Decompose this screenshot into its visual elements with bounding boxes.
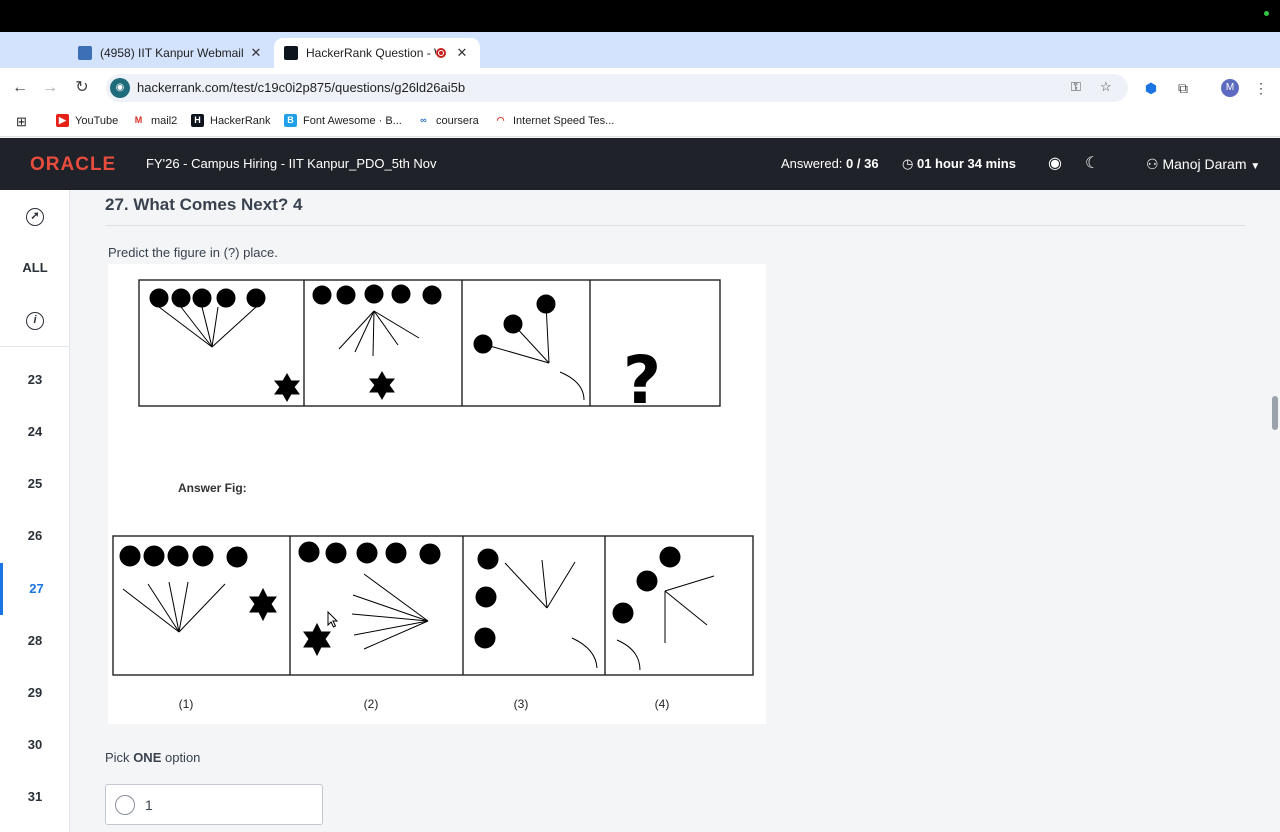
option-label-3: (3) (514, 697, 529, 711)
compass-icon[interactable]: ➚ (0, 190, 70, 242)
sidebar-divider (0, 346, 70, 347)
sidebar-question-30[interactable]: 30 (0, 719, 70, 771)
bookmark-mail2[interactable]: M mail2 (132, 114, 177, 127)
browser-menu-icon[interactable]: ⋮ (1251, 78, 1271, 98)
oracle-logo: ORACLE (30, 154, 117, 175)
sidebar-question-26[interactable]: 26 (0, 510, 70, 562)
sidebar-question-23[interactable]: 23 (0, 354, 70, 406)
puzzle-figure-image: ? Answer Fig: (1) (2) (3) (4) (108, 264, 766, 724)
extensions-puzzle-icon[interactable]: ⧉ (1173, 78, 1193, 98)
tab-webmail[interactable]: (4958) IIT Kanpur Webmail :: ✕ (68, 38, 274, 68)
youtube-icon: ▶ (56, 114, 69, 127)
answered-counter: Answered: 0 / 36 (781, 156, 879, 171)
app-header: ORACLE FY'26 - Campus Hiring - IIT Kanpu… (0, 138, 1280, 190)
tab-title: HackerRank Question - W (306, 46, 436, 60)
tab-title: (4958) IIT Kanpur Webmail :: (100, 46, 248, 60)
bookmark-label: YouTube (75, 114, 119, 127)
bookmark-label: HackerRank (210, 114, 271, 127)
user-icon: ⚇ (1146, 156, 1159, 172)
bookmark-label: mail2 (151, 114, 178, 127)
user-name: Manoj Daram (1162, 156, 1247, 172)
option-text: 1 (145, 797, 153, 813)
question-sidebar: ➚ ALL i 23 24 25 26 27 28 29 30 31 (0, 190, 70, 832)
sidebar-question-27[interactable]: 27 (0, 563, 70, 615)
apps-grid-icon[interactable]: ⊞ (16, 114, 27, 130)
question-title: 27. What Comes Next? 4 (105, 195, 303, 214)
browser-tab-strip: (4958) IIT Kanpur Webmail :: ✕ HackerRan… (0, 32, 1280, 91)
answered-label: Answered: (781, 156, 843, 171)
sidebar-question-31[interactable]: 31 (0, 771, 70, 823)
moon-icon[interactable]: ☾ (1085, 153, 1099, 173)
sidebar-question-29[interactable]: 29 (0, 667, 70, 719)
bookmark-coursera[interactable]: ∞ coursera (417, 114, 479, 127)
sidebar-question-28[interactable]: 28 (0, 615, 70, 667)
site-info-icon[interactable]: ◉ (110, 78, 130, 98)
question-panel: 27. What Comes Next? 4 Predict the figur… (70, 190, 1280, 832)
bookmark-speed-test[interactable]: ◠ Internet Speed Tes... (494, 114, 614, 127)
bookmark-label: Font Awesome · B... (303, 114, 402, 127)
back-arrow-icon[interactable]: ← (10, 78, 30, 98)
bookmarks-bar: ⊞ ▶ YouTube M mail2 H HackerRank B Font … (0, 108, 1280, 137)
password-key-icon[interactable]: ⚿ (1071, 79, 1081, 95)
pick-prefix: Pick (105, 750, 130, 765)
reload-icon[interactable]: ↻ (72, 78, 92, 98)
scrollbar-thumb[interactable] (1272, 396, 1278, 430)
bookmark-hackerrank[interactable]: H HackerRank (191, 114, 271, 127)
option-label-1: (1) (179, 697, 194, 711)
pick-bold: ONE (133, 750, 162, 765)
mouse-cursor-icon (327, 611, 339, 628)
sidebar-question-24[interactable]: 24 (0, 406, 70, 458)
info-icon[interactable]: i (0, 294, 70, 346)
os-top-bar (0, 0, 1280, 32)
title-divider (105, 225, 1245, 226)
user-menu[interactable]: ⚇ Manoj Daram ▼ (1146, 156, 1260, 173)
pick-instruction: Pick ONE option (105, 750, 200, 765)
tab-hackerrank[interactable]: HackerRank Question - W ✕ (274, 38, 480, 68)
question-prompt: Predict the figure in (?) place. (108, 245, 278, 260)
chevron-down-icon: ▼ (1250, 161, 1261, 172)
bootstrap-icon: B (284, 114, 297, 127)
option-label-4: (4) (655, 697, 670, 711)
close-tab-icon[interactable]: ✕ (248, 45, 264, 61)
bookmark-star-icon[interactable]: ☆ (1100, 79, 1112, 95)
bookmark-label: Internet Speed Tes... (513, 114, 615, 127)
recording-icon (436, 48, 446, 58)
answer-fig-caption: Answer Fig: (178, 481, 247, 495)
answer-option-1[interactable]: 1 (105, 784, 323, 825)
timer-value: 01 hour 34 mins (916, 156, 1016, 171)
sidebar-question-25[interactable]: 25 (0, 458, 70, 510)
browser-toolbar: ← → ↻ ◉ hackerrank.com/test/c19c0i2p875/… (0, 68, 1280, 108)
pick-suffix: option (164, 750, 201, 765)
option-label-2: (2) (364, 697, 379, 711)
extension-shield-icon[interactable]: ⬢ (1141, 78, 1161, 98)
clock-icon: ◷ (902, 156, 914, 171)
timer: ◷ 01 hour 34 mins (902, 156, 1016, 172)
coursera-icon: ∞ (417, 114, 430, 127)
status-dot-icon (1264, 11, 1269, 16)
radio-button[interactable] (115, 795, 135, 815)
hackerrank-favicon-icon (284, 46, 298, 60)
speedometer-icon: ◠ (494, 114, 507, 127)
test-name: FY'26 - Campus Hiring - IIT Kanpur_PDO_5… (146, 156, 437, 171)
bookmark-font-awesome[interactable]: B Font Awesome · B... (284, 114, 402, 127)
answered-value: 0 / 36 (846, 156, 879, 171)
eye-icon[interactable]: ◉ (1048, 153, 1062, 173)
close-tab-icon[interactable]: ✕ (454, 45, 470, 61)
url-text[interactable]: hackerrank.com/test/c19c0i2p875/question… (137, 80, 465, 95)
bookmark-youtube[interactable]: ▶ YouTube (56, 114, 118, 127)
address-bar[interactable]: ◉ hackerrank.com/test/c19c0i2p875/questi… (106, 74, 1128, 102)
puzzle-figure-svg: ? Answer Fig: (1) (2) (3) (4) (112, 279, 754, 711)
question-mark-glyph: ? (623, 342, 661, 419)
bookmark-label: coursera (436, 114, 479, 127)
webmail-favicon-icon (78, 46, 92, 60)
forward-arrow-icon[interactable]: → (40, 78, 60, 98)
gmail-icon: M (132, 114, 145, 127)
sidebar-item-all[interactable]: ALL (0, 242, 70, 294)
profile-avatar[interactable]: M (1221, 79, 1239, 97)
hackerrank-icon: H (191, 114, 204, 127)
